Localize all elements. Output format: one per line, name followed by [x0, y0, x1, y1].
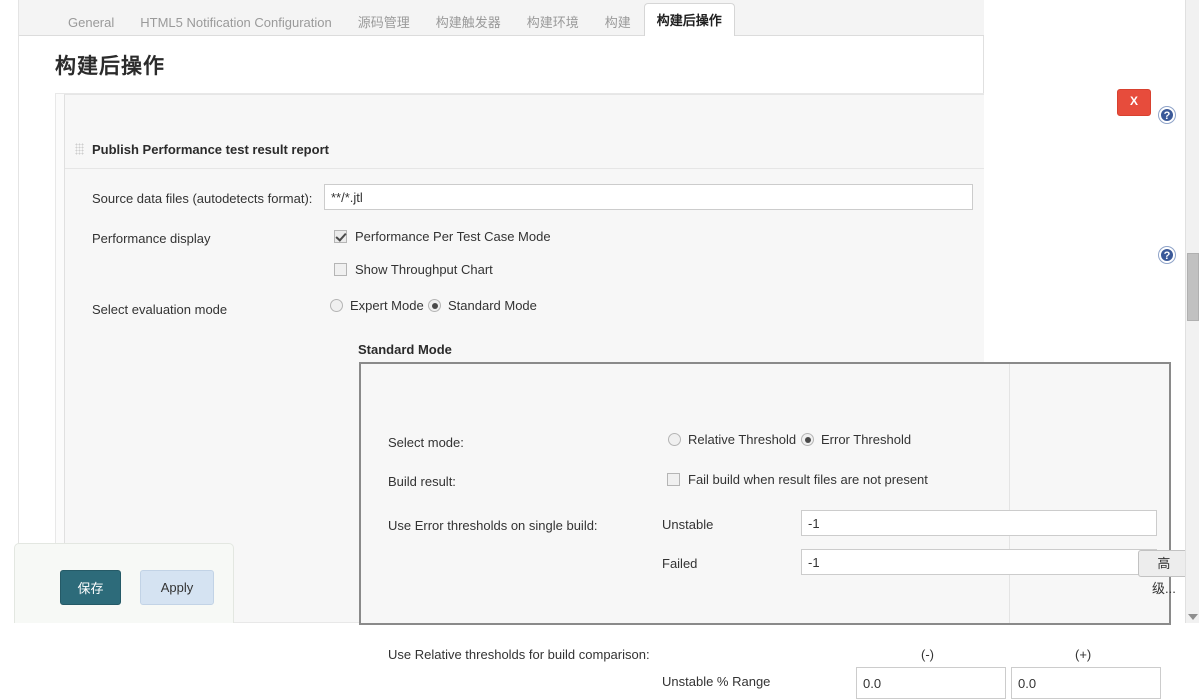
standard-mode-heading: Standard Mode [358, 342, 452, 357]
tab-source-code-management[interactable]: 源码管理 [345, 7, 423, 37]
label-relative-threshold[interactable]: Relative Threshold [688, 432, 796, 447]
performance-display-label: Performance display [92, 231, 211, 246]
apply-button[interactable]: Apply [140, 570, 214, 605]
left-gutter [0, 0, 19, 623]
tab-html5-notification-configuration[interactable]: HTML5 Notification Configuration [127, 7, 344, 37]
scrollbar-thumb[interactable] [1187, 253, 1199, 321]
config-tabbar: General HTML5 Notification Configuration… [19, 0, 984, 36]
tab-post-build-actions[interactable]: 构建后操作 [644, 3, 735, 37]
checkbox-show-throughput-chart[interactable] [334, 263, 347, 276]
label-standard-mode[interactable]: Standard Mode [448, 298, 537, 313]
remove-publisher-button[interactable]: X [1117, 89, 1151, 116]
failed-threshold-input[interactable] [801, 549, 1157, 575]
radio-standard-mode[interactable] [428, 299, 441, 312]
page-scrollbar[interactable] [1185, 0, 1199, 623]
scroll-down-arrow-icon[interactable] [1188, 614, 1198, 620]
drag-handle-icon[interactable] [75, 143, 84, 155]
publisher-divider [65, 168, 984, 169]
select-evaluation-mode-label: Select evaluation mode [92, 302, 227, 317]
form-action-bar: 保存 Apply [14, 543, 234, 623]
label-fail-build-when-result-files-not-present[interactable]: Fail build when result files are not pre… [688, 472, 928, 487]
build-result-label: Build result: [388, 474, 456, 489]
standard-mode-panel: Select mode: Relative Threshold Error Th… [359, 362, 1171, 625]
source-data-files-input[interactable] [324, 184, 973, 210]
checkbox-fail-build-when-result-files-not-present[interactable] [667, 473, 680, 486]
tab-build-environment[interactable]: 构建环境 [514, 7, 592, 37]
page-title: 构建后操作 [19, 36, 983, 80]
column-header-plus: (+) [1075, 647, 1091, 662]
label-expert-mode[interactable]: Expert Mode [350, 298, 424, 313]
tab-build[interactable]: 构建 [592, 7, 644, 37]
unstable-percent-range-label: Unstable % Range [662, 674, 770, 689]
help-icon-evaluation-mode[interactable]: ? [1159, 247, 1175, 263]
unstable-threshold-input[interactable] [801, 510, 1157, 536]
tab-general[interactable]: General [55, 7, 127, 37]
standard-mode-column-divider [1009, 364, 1010, 623]
unstable-percent-range-plus-input[interactable] [1011, 667, 1161, 699]
checkbox-performance-per-test-case-mode[interactable] [334, 230, 347, 243]
source-data-files-label: Source data files (autodetects format): [92, 191, 312, 206]
failed-threshold-label: Failed [662, 556, 697, 571]
publisher-block-title: Publish Performance test result report [92, 142, 329, 157]
select-mode-label: Select mode: [388, 435, 464, 450]
unstable-percent-range-minus-input[interactable] [856, 667, 1006, 699]
label-error-threshold[interactable]: Error Threshold [821, 432, 911, 447]
help-icon-publisher[interactable]: ? [1159, 107, 1175, 123]
save-button[interactable]: 保存 [60, 570, 121, 605]
label-show-throughput-chart[interactable]: Show Throughput Chart [355, 262, 493, 277]
radio-error-threshold[interactable] [801, 433, 814, 446]
use-relative-thresholds-label: Use Relative thresholds for build compar… [388, 647, 650, 662]
tabbar-right-filler [984, 0, 1199, 36]
unstable-threshold-label: Unstable [662, 517, 713, 532]
main-content: 构建后操作 Publish Performance test result re… [19, 36, 984, 623]
radio-expert-mode[interactable] [330, 299, 343, 312]
advanced-button[interactable]: 高级... [1138, 550, 1190, 577]
column-header-minus: (-) [921, 647, 934, 662]
use-error-thresholds-label: Use Error thresholds on single build: [388, 518, 598, 533]
tab-build-triggers[interactable]: 构建触发器 [423, 7, 514, 37]
label-performance-per-test-case-mode[interactable]: Performance Per Test Case Mode [355, 229, 551, 244]
radio-relative-threshold[interactable] [668, 433, 681, 446]
